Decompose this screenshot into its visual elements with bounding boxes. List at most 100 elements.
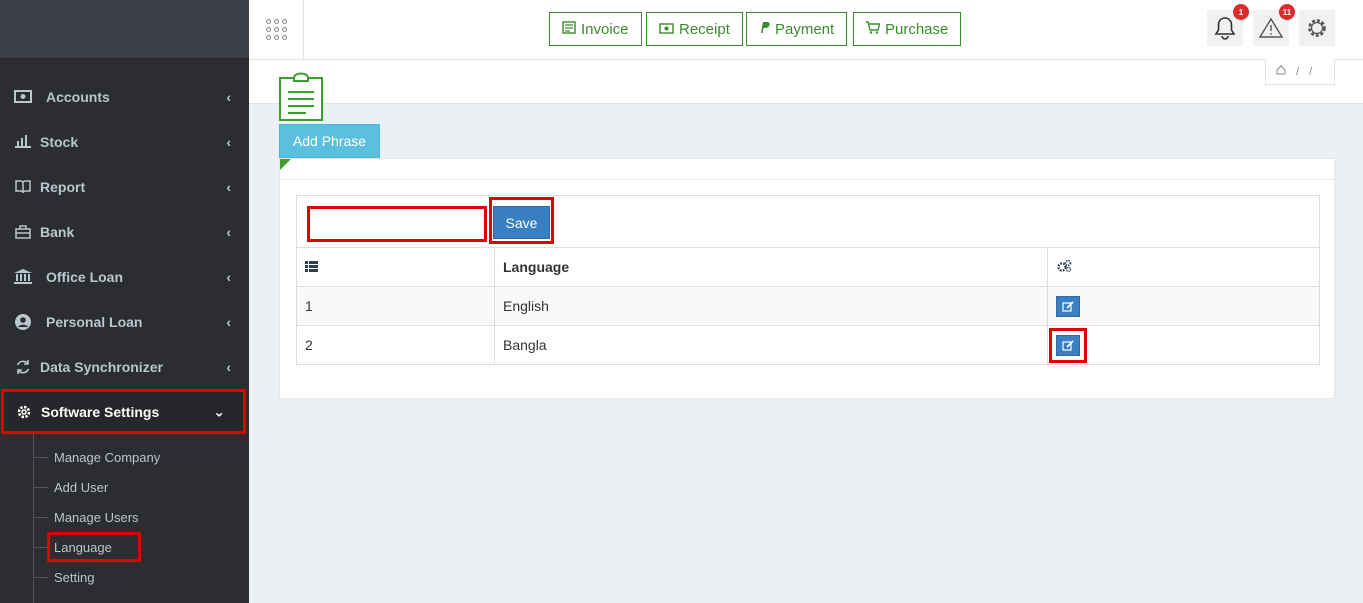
purchase-label: Purchase: [885, 20, 949, 38]
sidebar-logo-area: [0, 0, 249, 59]
sidebar-item-personal-loan[interactable]: Personal Loan ‹: [0, 299, 249, 344]
chevron-down-icon: ⌄: [213, 403, 225, 419]
highlight-box: [47, 532, 141, 562]
payment-label: Payment: [775, 20, 835, 38]
list-icon: [305, 261, 318, 272]
app-grid-button[interactable]: [249, 0, 304, 59]
software-settings-submenu: Manage Company Add User Manage Users Lan…: [0, 434, 249, 603]
table-header-row: Language: [296, 247, 1320, 287]
sidebar-menu: Accounts ‹ Stock ‹ Report ‹ Bank ‹ Offic…: [0, 74, 249, 603]
sidebar: Accounts ‹ Stock ‹ Report ‹ Bank ‹ Offic…: [0, 0, 249, 603]
column-header-language: Language: [494, 247, 1048, 287]
submenu-item-label: Add User: [54, 479, 109, 495]
chevron-left-icon: ‹: [226, 313, 231, 330]
refresh-icon: [14, 359, 32, 375]
submenu-item-language[interactable]: Language: [0, 532, 249, 562]
gear-icon: [1308, 19, 1326, 37]
invoice-label: Invoice: [581, 20, 629, 38]
gears-icon: [1057, 259, 1072, 272]
table-row: 1 English: [296, 286, 1320, 326]
sidebar-item-software-settings[interactable]: Software Settings ⌄: [1, 389, 246, 434]
invoice-icon: [562, 21, 576, 37]
bar-chart-icon: [14, 134, 32, 150]
breadcrumb-separator: /: [1309, 65, 1313, 78]
sidebar-item-stock[interactable]: Stock ‹: [0, 119, 249, 164]
purchase-button[interactable]: Purchase: [853, 12, 962, 46]
sidebar-item-accounts[interactable]: Accounts ‹: [0, 74, 249, 119]
cart-icon: [866, 21, 881, 37]
notifications-badge: 1: [1233, 4, 1249, 20]
language-table: Language 1 English 2 Bangla: [296, 247, 1320, 365]
chevron-left-icon: ‹: [226, 268, 231, 285]
payment-button[interactable]: Payment: [746, 12, 848, 46]
briefcase-icon: [14, 224, 32, 240]
breadcrumb-separator: /: [1296, 65, 1300, 78]
notifications-button[interactable]: 1: [1207, 4, 1249, 46]
row-language: English: [494, 286, 1048, 326]
submenu-item-label: Manage Users: [54, 509, 139, 525]
sidebar-item-data-synchronizer[interactable]: Data Synchronizer ‹: [0, 344, 249, 389]
receipt-label: Receipt: [679, 20, 730, 38]
topbar: Invoice Receipt Payment Purchase 1 11: [249, 0, 1363, 60]
edit-icon: [1062, 339, 1074, 351]
chevron-left-icon: ‹: [226, 133, 231, 150]
alerts-badge: 11: [1279, 4, 1295, 20]
chevron-left-icon: ‹: [226, 178, 231, 195]
sidebar-item-label: Stock: [40, 133, 79, 150]
row-language: Bangla: [494, 325, 1048, 365]
bell-icon: [1214, 17, 1236, 40]
bank-icon: [14, 269, 32, 285]
settings-button[interactable]: [1299, 10, 1335, 46]
row-actions: [1047, 325, 1320, 365]
language-panel: Save Language 1 English 2 Bangla: [279, 158, 1335, 399]
chevron-left-icon: ‹: [226, 358, 231, 375]
edit-icon: [1062, 300, 1074, 312]
sidebar-item-office-loan[interactable]: Office Loan ‹: [0, 254, 249, 299]
invoice-button[interactable]: Invoice: [549, 12, 642, 46]
home-icon[interactable]: [1276, 65, 1286, 78]
row-number: 1: [296, 286, 495, 326]
sidebar-item-label: Report: [40, 178, 86, 195]
panel-corner-accent: [280, 159, 291, 170]
column-header-number: [296, 247, 495, 287]
book-icon: [14, 179, 32, 195]
sidebar-item-report[interactable]: Report ‹: [0, 164, 249, 209]
money-icon: [659, 22, 674, 37]
row-actions: [1047, 286, 1320, 326]
add-phrase-button[interactable]: Add Phrase: [279, 124, 380, 158]
edit-highlight: [1049, 327, 1087, 363]
breadcrumb: / /: [1265, 59, 1335, 85]
save-button[interactable]: Save: [493, 206, 550, 239]
chevron-left-icon: ‹: [226, 88, 231, 105]
submenu-item-manage-users[interactable]: Manage Users: [0, 502, 249, 532]
alerts-button[interactable]: 11: [1253, 4, 1295, 46]
row-number: 2: [296, 325, 495, 365]
chevron-left-icon: ‹: [226, 223, 231, 240]
sidebar-item-label: Personal Loan: [46, 313, 143, 330]
edit-button[interactable]: [1056, 334, 1080, 356]
paypal-icon: [759, 21, 770, 37]
phrase-form: Save: [296, 195, 1320, 247]
sidebar-item-bank[interactable]: Bank ‹: [0, 209, 249, 254]
sidebar-item-label: Bank: [40, 223, 75, 240]
table-row: 2 Bangla: [296, 325, 1320, 365]
money-icon: [14, 89, 32, 105]
edit-button[interactable]: [1056, 295, 1080, 317]
user-circle-icon: [14, 313, 32, 330]
sidebar-item-label: Software Settings: [41, 403, 160, 420]
grid-dots-icon: [265, 19, 287, 40]
content-header: [249, 60, 1363, 104]
submenu-item-setting[interactable]: Setting: [0, 562, 249, 592]
sidebar-item-label: Accounts: [46, 88, 110, 105]
gear-icon: [15, 404, 33, 420]
submenu-item-manage-company[interactable]: Manage Company: [0, 442, 249, 472]
submenu-item-add-user[interactable]: Add User: [0, 472, 249, 502]
phrase-input[interactable]: [307, 206, 487, 242]
warning-icon: [1259, 17, 1283, 38]
sidebar-item-label: Office Loan: [46, 268, 124, 285]
receipt-button[interactable]: Receipt: [646, 12, 743, 46]
column-header-actions: [1047, 247, 1320, 287]
submenu-item-label: Manage Company: [54, 449, 161, 465]
submenu-item-label: Setting: [54, 569, 95, 585]
panel-header: [280, 159, 1334, 180]
